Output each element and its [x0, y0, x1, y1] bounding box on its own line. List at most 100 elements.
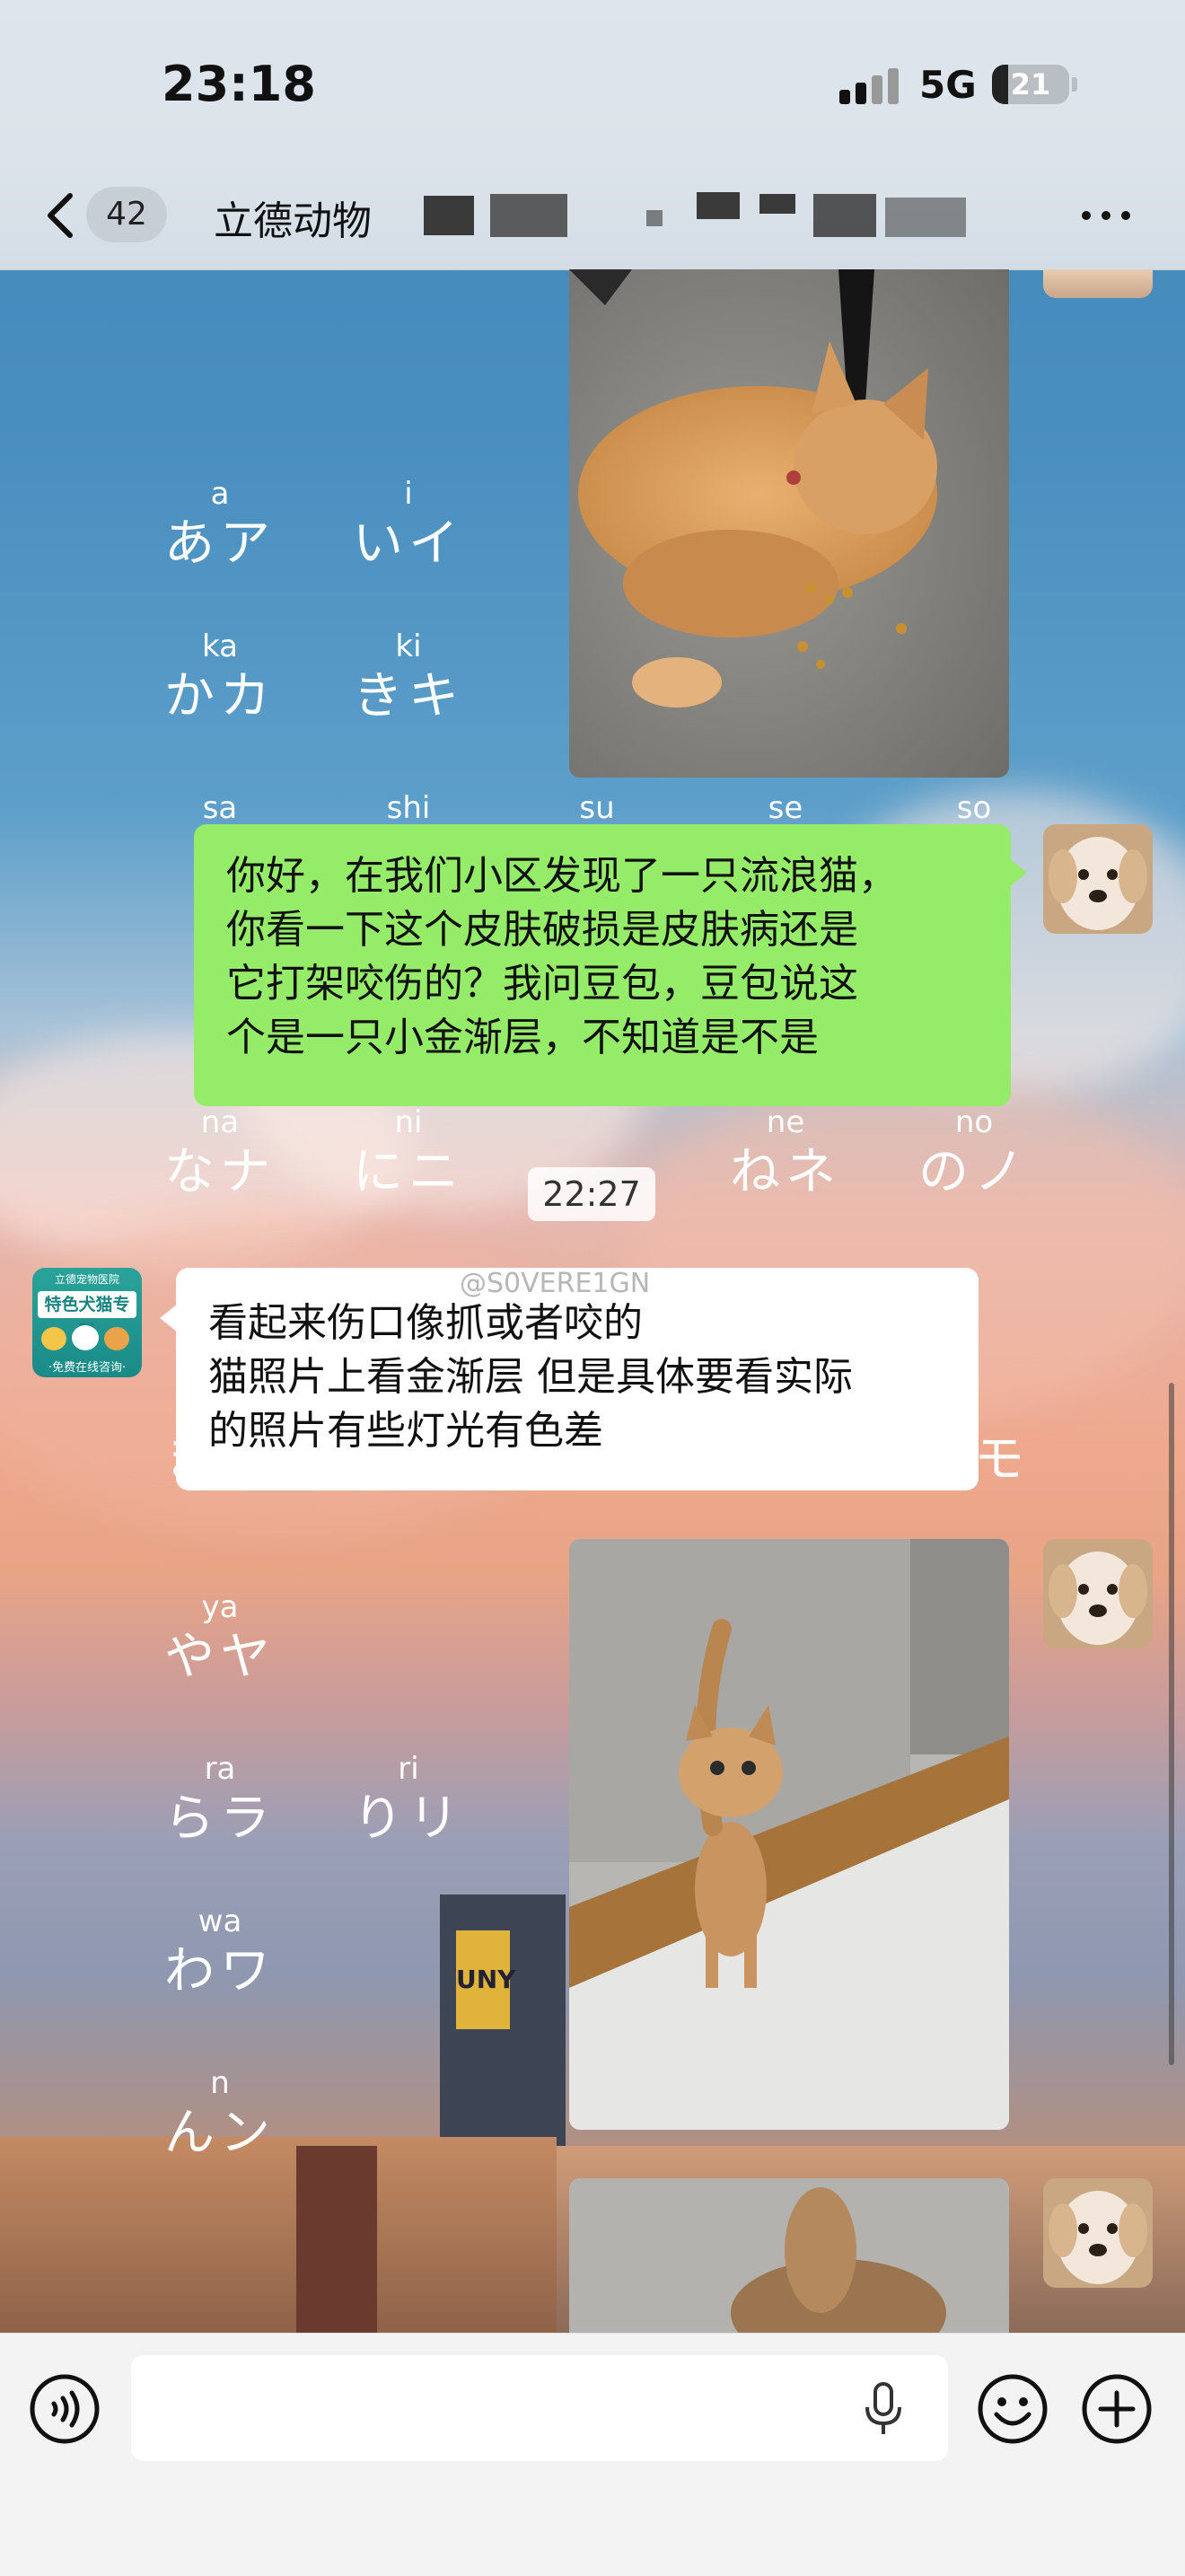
kana-cell: wa わワ	[153, 1903, 287, 2004]
kana-romaji: su	[579, 790, 615, 826]
kana-cell: ne ねネ	[718, 1104, 853, 1205]
kana-cell: no のノ	[907, 1104, 1041, 1205]
kana-characters: んン	[164, 2104, 276, 2162]
microphone-icon[interactable]	[864, 2382, 903, 2436]
kana-cell: shi	[341, 790, 476, 826]
avatar-bottom-text: ·免费在线咨询·	[48, 1361, 127, 1375]
kana-characters: やヤ	[164, 1628, 276, 1686]
add-icon[interactable]	[1079, 2371, 1154, 2447]
kana-romaji: n	[210, 2065, 230, 2101]
input-bar	[0, 2333, 1185, 2576]
scrollbar[interactable]	[1169, 1383, 1174, 2065]
kana-romaji: ka	[202, 629, 238, 664]
back-icon[interactable]	[40, 190, 83, 241]
kana-romaji: ne	[766, 1104, 805, 1140]
cat-photo-image	[569, 269, 1009, 778]
kana-characters: あア	[164, 514, 276, 573]
kana-cell: n んン	[153, 2065, 287, 2166]
kana-romaji: na	[200, 1104, 240, 1140]
sender-avatar[interactable]	[1043, 824, 1153, 934]
status-time: 23:18	[162, 56, 316, 112]
kana-romaji: ya	[201, 1589, 239, 1625]
dog-avatar-image	[1043, 1539, 1153, 1648]
battery-percent: 21	[1010, 67, 1051, 101]
kana-cell: a あア	[153, 476, 287, 576]
kana-cell: i いイ	[341, 476, 476, 576]
chat-title[interactable]: 立德动物	[214, 189, 372, 246]
kana-romaji: sa	[202, 790, 238, 826]
message-line: 的照片有些灯光有色差	[208, 1408, 603, 1454]
status-bar: 23:18 5G 21	[0, 0, 1185, 162]
building-dark	[296, 2146, 377, 2334]
unread-count-badge[interactable]: 42	[86, 187, 167, 242]
kana-characters: りリ	[353, 1789, 464, 1848]
message-timestamp: 22:27	[528, 1167, 655, 1221]
hospital-avatar[interactable]: 立德宠物医院 特色犬猫专科 ·免费在线咨询·	[32, 1268, 142, 1377]
kana-romaji: i	[404, 476, 413, 512]
kana-romaji: ri	[398, 1751, 419, 1787]
message-line: 你好，在我们小区发现了一只流浪猫，	[226, 853, 898, 899]
sender-avatar[interactable]	[1043, 2178, 1153, 2288]
cat-photo-partial[interactable]	[569, 2178, 1009, 2333]
kana-romaji: ra	[204, 1751, 236, 1787]
cat-photo-injured[interactable]	[569, 269, 1009, 778]
kana-cell: na なナ	[153, 1104, 287, 1205]
kana-cell: ki きキ	[341, 629, 476, 729]
kana-characters: ねネ	[730, 1143, 841, 1201]
kana-characters: きキ	[353, 667, 464, 725]
building-low	[0, 2137, 557, 2334]
signal-icon	[839, 68, 900, 104]
outgoing-message-bubble[interactable]: 你好，在我们小区发现了一只流浪猫， 你看一下这个皮肤破损是皮肤病还是 它打架咬伤…	[194, 824, 1027, 1106]
kana-characters: らラ	[164, 1789, 276, 1848]
kana-cell: so	[907, 790, 1041, 826]
kana-cell: se	[718, 790, 853, 826]
kana-characters: いイ	[353, 514, 464, 573]
incoming-message-bubble[interactable]: 看起来伤口像抓或者咬的 猫照片上看金渐层 但是具体要看实际 的照片有些灯光有色差	[160, 1268, 979, 1490]
network-type: 5G	[919, 63, 977, 107]
kana-romaji: wa	[198, 1903, 242, 1939]
message-line: 它打架咬伤的？我问豆包，豆包说这	[226, 961, 858, 1007]
sender-avatar-partial[interactable]	[1043, 269, 1153, 298]
message-input[interactable]	[131, 2355, 948, 2461]
kana-characters: わワ	[164, 1942, 276, 2000]
kana-characters: にニ	[353, 1143, 464, 1201]
kana-romaji: a	[210, 476, 230, 512]
message-line: 你看一下这个皮肤破损是皮肤病还是	[226, 907, 858, 953]
dog-avatar-image	[1043, 824, 1153, 934]
cat-photo-image	[569, 2178, 1009, 2333]
avatar-main-text: 特色犬猫专科	[38, 1291, 136, 1341]
cat-photo-image	[569, 1539, 1009, 2130]
kana-romaji: shi	[386, 790, 431, 826]
kana-romaji: se	[768, 790, 803, 826]
avatar-top-text: 立德宠物医院	[54, 1273, 119, 1286]
message-line: 个是一只小金渐层，不知道是不是	[226, 1015, 819, 1060]
sender-avatar[interactable]	[1043, 1539, 1153, 1648]
incoming-message-text: 看起来伤口像抓或者咬的 猫照片上看金渐层 但是具体要看实际 的照片有些灯光有色差	[208, 1297, 853, 1458]
building-sign-text: UNY	[456, 1965, 516, 1994]
cat-photo-standing[interactable]	[569, 1539, 1009, 2130]
emoji-icon[interactable]	[975, 2371, 1050, 2447]
message-line: 看起来伤口像抓或者咬的	[208, 1300, 643, 1346]
chat-title-text: 立德动物	[214, 198, 372, 244]
kana-cell: ni にニ	[341, 1104, 476, 1205]
kana-romaji: no	[954, 1104, 994, 1140]
building-sign: UNY	[456, 1930, 515, 2029]
kana-cell: ri りリ	[341, 1751, 476, 1851]
dog-avatar-image	[1043, 2178, 1153, 2288]
kana-romaji: ni	[394, 1104, 423, 1140]
battery-cap	[1072, 77, 1077, 92]
voice-icon[interactable]	[27, 2371, 102, 2447]
message-line: 猫照片上看金渐层 但是具体要看实际	[208, 1354, 853, 1400]
kana-characters: かカ	[164, 667, 276, 725]
more-icon[interactable]	[1077, 207, 1135, 224]
kana-cell: ka かカ	[153, 629, 287, 729]
kana-cell: ra らラ	[153, 1751, 287, 1851]
avatar-pets-art	[41, 1325, 133, 1352]
kana-romaji: so	[956, 790, 992, 826]
kana-characters: のノ	[918, 1143, 1030, 1201]
watermark: @S0VERE1GN	[460, 1268, 651, 1299]
chat-header: 42 立德动物	[0, 162, 1185, 270]
outgoing-message-text: 你好，在我们小区发现了一只流浪猫， 你看一下这个皮肤破损是皮肤病还是 它打架咬伤…	[226, 849, 898, 1065]
kana-cell: ya やヤ	[153, 1589, 287, 1690]
kana-romaji: ki	[395, 629, 422, 664]
